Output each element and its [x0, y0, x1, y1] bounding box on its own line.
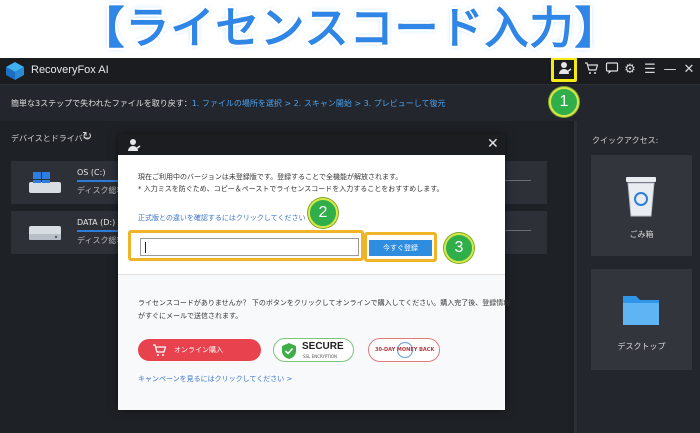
info-line-1: 現在ご利用中のバージョンは未登録版です。登録することで全機能が解放されます。 [138, 173, 403, 181]
campaign-link[interactable]: キャンペーンを見るにはクリックしてください > [138, 374, 292, 384]
money-back-text: 30-DAY MONEY BACK [375, 347, 435, 353]
buy-online-button[interactable]: オンライン購入 [138, 339, 261, 361]
step-marker-1: 1 [549, 87, 579, 117]
menu-icon[interactable]: ☰ [641, 61, 659, 79]
screenshot-root: 【ライセンスコード入力】 RecoveryFox AI ⚙ ☰ — ✕ 簡単な3… [0, 0, 700, 433]
refresh-icon[interactable]: ↻ [82, 129, 92, 143]
step-marker-3: 3 [444, 233, 474, 263]
quick-access-title: クイックアクセス: [592, 136, 659, 145]
step-marker-2: 2 [308, 198, 338, 228]
quick-label: デスクトップ [617, 342, 666, 351]
step-bar: 簡単な3ステップで失われたファイルを取り戻す：1. ファイルの場所を選択 > 2… [0, 84, 700, 121]
money-back-badge: 30-DAY MONEY BACK [368, 338, 440, 362]
recycle-bin-icon [626, 177, 656, 217]
license-dialog: ✕ 現在ご利用中のバージョンは未登録版です。登録することで全機能が解放されます。… [118, 134, 510, 410]
secure-badge: SECURE SSL ENCRYPTION [273, 338, 354, 362]
quick-recycle-bin[interactable]: ごみ箱 [591, 155, 692, 256]
hard-drive-icon [29, 226, 61, 240]
license-code-input[interactable] [140, 238, 359, 256]
shield-check-icon [282, 343, 296, 359]
app-logo-icon [6, 62, 24, 80]
secure-title: SECURE [302, 341, 344, 352]
app-title: RecoveryFox AI [31, 64, 109, 76]
folder-icon [623, 296, 659, 325]
close-icon[interactable]: ✕ [680, 61, 698, 79]
settings-icon[interactable]: ⚙ [621, 61, 639, 79]
step-links: 1. ファイルの場所を選択 > 2. スキャン開始 > 3. プレビューして復元 [191, 99, 446, 108]
cart-glyph [585, 62, 599, 74]
drive-name: OS (C:) [77, 168, 106, 177]
compare-versions-link[interactable]: 正式版との違いを確認するにはクリックしてください > [138, 213, 314, 223]
secure-subtitle: SSL ENCRYPTION [303, 354, 338, 359]
cart-icon[interactable] [582, 61, 600, 79]
dialog-header: ✕ [118, 134, 505, 155]
drive-name: DATA (D:) [77, 218, 116, 227]
step-instructions: 簡単な3ステップで失われたファイルを取り戻す：1. ファイルの場所を選択 > 2… [11, 98, 446, 109]
info-line-3: ライセンスコードがありませんか？ 下のボタンをクリックしてオンラインで購入してく… [138, 299, 511, 307]
cart-icon [153, 344, 166, 356]
app-window: RecoveryFox AI ⚙ ☰ — ✕ 簡単な3ステップで失われたファイル… [0, 58, 700, 433]
quick-label: ごみ箱 [629, 230, 654, 239]
dialog-close-icon[interactable]: ✕ [487, 135, 499, 153]
info-line-2: * 入力ミスを防ぐため、コピー＆ペーストでライセンスコードを入力することをおすす… [138, 185, 444, 193]
feedback-icon[interactable] [603, 61, 621, 79]
chat-glyph [605, 62, 619, 74]
title-bar: RecoveryFox AI ⚙ ☰ — ✕ [0, 58, 700, 84]
headline-banner: 【ライセンスコード入力】 [0, 0, 700, 58]
buy-online-label: オンライン購入 [174, 346, 223, 354]
step-prefix: 簡単な3ステップで失われたファイルを取り戻す： [11, 99, 192, 108]
devices-title: デバイスとドライバー [11, 134, 91, 143]
info-line-4: がすぐにメールで送信されます。 [138, 312, 243, 320]
headline-text: 【ライセンスコード入力】 [80, 3, 620, 54]
windows-drive-icon [29, 172, 61, 193]
quick-desktop[interactable]: デスクトップ [591, 269, 692, 370]
highlight-box-license [551, 58, 577, 82]
register-now-button[interactable]: 今すぐ登録 [369, 240, 432, 256]
user-key-icon [128, 139, 141, 151]
minimize-icon[interactable]: — [661, 61, 679, 79]
